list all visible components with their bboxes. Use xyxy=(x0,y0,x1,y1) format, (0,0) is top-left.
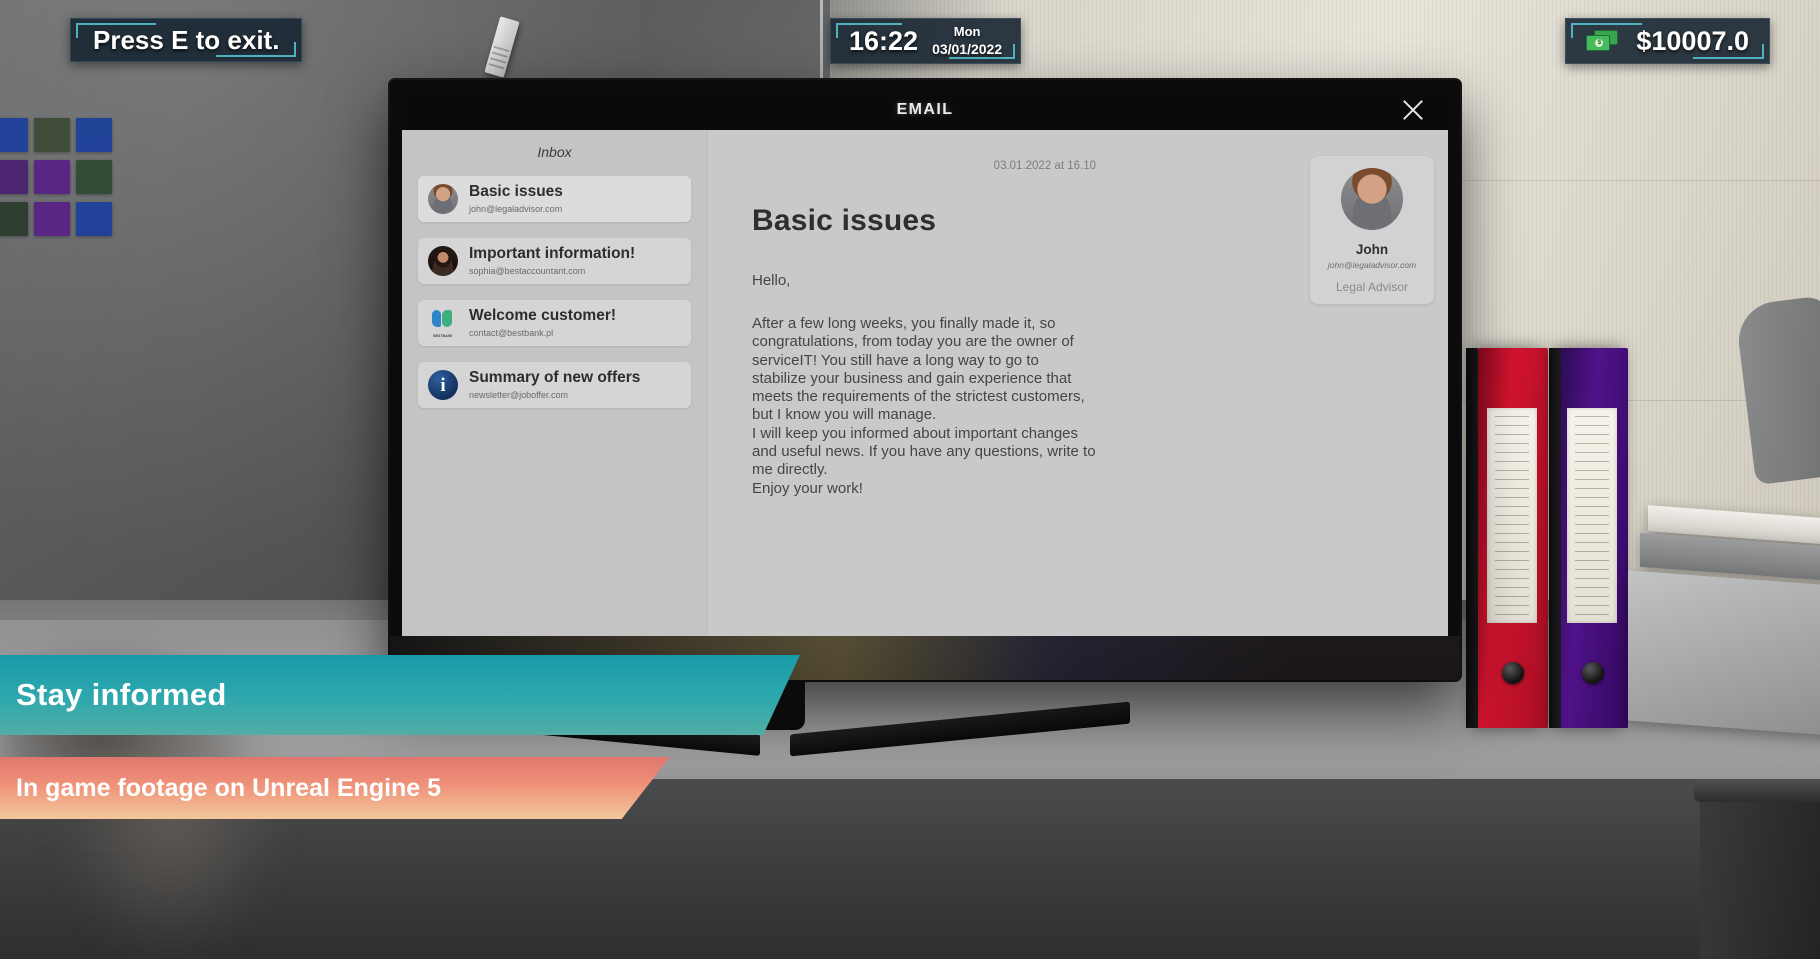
inbox-title: Inbox xyxy=(537,144,572,160)
inbox-item-important-information[interactable]: Important information! sophia@bestaccoun… xyxy=(418,238,691,284)
sticky-note xyxy=(0,160,28,194)
inbox-item-subject: Welcome customer! xyxy=(469,307,617,325)
sticky-note xyxy=(34,202,70,236)
avatar-john-icon xyxy=(428,184,458,214)
info-icon: i xyxy=(428,370,458,400)
waste-bin xyxy=(1694,780,1820,959)
sender-avatar xyxy=(1341,168,1403,230)
inbox-item-subject: Summary of new offers xyxy=(469,369,641,387)
sticky-notes-group xyxy=(0,118,112,236)
inbox-item-sender: contact@bestbank.pl xyxy=(469,327,554,338)
promo-banner-primary: Stay informed xyxy=(0,655,800,735)
promo-banner-secondary-text: In game footage on Unreal Engine 5 xyxy=(16,773,442,802)
app-titlebar: EMAIL xyxy=(402,90,1448,130)
sender-name: John xyxy=(1355,242,1389,257)
sender-email: john@legaladvisor.com xyxy=(1327,260,1417,270)
app-body: Inbox Basic issues john@legaladvisor.com… xyxy=(402,130,1448,638)
sender-card: John john@legaladvisor.com Legal Advisor xyxy=(1310,156,1434,304)
avatar-sophia-icon xyxy=(428,246,458,276)
cash-icon-symbol: $ xyxy=(1595,38,1604,47)
inbox-item-summary-of-new-offers[interactable]: i Summary of new offers newsletter@jobof… xyxy=(418,362,691,408)
clock-day: Mon xyxy=(953,24,981,39)
sticky-note xyxy=(76,118,112,152)
sticky-note xyxy=(34,160,70,194)
clock-date: 03/01/2022 xyxy=(932,41,1003,57)
promo-banner-secondary: In game footage on Unreal Engine 5 xyxy=(0,757,670,819)
sticky-note xyxy=(76,160,112,194)
app-title: EMAIL xyxy=(896,101,954,118)
inbox-item-welcome-customer[interactable]: BESTBANK Welcome customer! contact@bestb… xyxy=(418,300,691,346)
email-paragraph-1: After a few long weeks, you finally made… xyxy=(752,315,1085,424)
inbox-item-sender: john@legaladvisor.com xyxy=(469,203,563,214)
sticky-note xyxy=(0,118,28,152)
money-widget: $ $10007.0 xyxy=(1565,18,1770,64)
email-app: EMAIL Inbox Basic issues john@legaladvis… xyxy=(402,90,1448,638)
cash-icon: $ xyxy=(1586,29,1620,53)
sticky-note xyxy=(34,118,70,152)
clock-time: 16:22 xyxy=(849,25,919,56)
monitor: EMAIL Inbox Basic issues john@legaladvis… xyxy=(390,80,1460,680)
monitor-screen: EMAIL Inbox Basic issues john@legaladvis… xyxy=(402,90,1448,638)
clock-widget: 16:22 Mon 03/01/2022 xyxy=(830,18,1022,64)
email-timestamp: 03.01.2022 at 16.10 xyxy=(993,160,1096,172)
email-reading-pane: 03.01.2022 at 16.10 Basic issues Hello, … xyxy=(708,130,1448,638)
binder-red xyxy=(1466,348,1548,728)
inbox-item-subject: Important information! xyxy=(469,245,636,263)
close-icon[interactable] xyxy=(1400,97,1426,123)
inbox-item-sender: newsletter@joboffer.com xyxy=(469,389,569,400)
promo-banner-primary-text: Stay informed xyxy=(16,677,227,712)
inbox-sidebar: Inbox Basic issues john@legaladvisor.com… xyxy=(402,130,708,638)
binder-purple xyxy=(1549,348,1628,728)
bestbank-logo-icon: BESTBANK xyxy=(428,308,458,338)
sticky-note xyxy=(0,202,28,236)
printer-body xyxy=(1628,570,1820,736)
bestbank-logo-text: BESTBANK xyxy=(433,334,453,338)
money-amount: $10007.0 xyxy=(1636,25,1749,56)
sticky-note xyxy=(76,202,112,236)
inbox-item-subject: Basic issues xyxy=(469,183,563,201)
inbox-item-sender: sophia@bestaccountant.com xyxy=(469,265,586,276)
exit-hint-label: Press E to exit. xyxy=(93,24,280,55)
exit-hint: Press E to exit. xyxy=(70,18,303,62)
sender-role: Legal Advisor xyxy=(1335,280,1409,294)
inbox-item-basic-issues[interactable]: Basic issues john@legaladvisor.com xyxy=(418,176,691,222)
email-paragraph-2: I will keep you informed about important… xyxy=(752,424,1096,497)
